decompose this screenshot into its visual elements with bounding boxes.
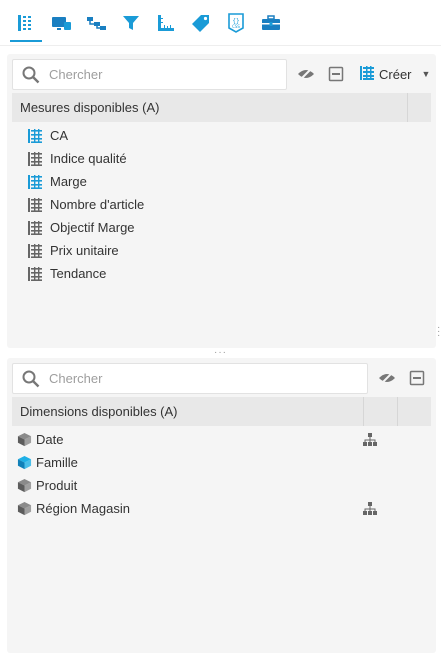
dimension-label: Famille	[36, 455, 78, 470]
measure-label: Objectif Marge	[50, 220, 135, 235]
measure-icon	[27, 266, 43, 282]
dimensions-search-input[interactable]	[49, 366, 269, 391]
header-column	[397, 397, 431, 426]
dimensions-header-title: Dimensions disponibles (A)	[20, 404, 178, 419]
create-measure-button[interactable]: Créer ▼	[359, 62, 430, 86]
cube-icon	[16, 432, 32, 448]
dimension-label: Région Magasin	[36, 501, 130, 516]
measure-label: CA	[50, 128, 69, 143]
measures-search-box	[12, 59, 287, 90]
dimension-item[interactable]: Région Magasin	[12, 497, 431, 520]
ruler-icon[interactable]	[153, 10, 179, 36]
measures-icon[interactable]	[10, 10, 42, 42]
measure-icon	[27, 243, 43, 259]
measure-label: Marge	[50, 174, 87, 189]
measure-icon	[27, 220, 43, 236]
cube-icon	[16, 501, 32, 517]
dimension-item[interactable]: Produit	[12, 474, 431, 497]
dimensions-panel: Dimensions disponibles (A) Date Famille Pr…	[7, 358, 436, 653]
resize-grip[interactable]: · · ·	[437, 323, 441, 341]
display-icon[interactable]	[48, 10, 74, 36]
hierarchy-icon[interactable]	[362, 501, 378, 516]
measures-panel: Créer ▼ Mesures disponibles (A) CA Indice…	[7, 54, 436, 348]
hide-icon[interactable]	[294, 62, 318, 86]
chevron-down-icon: ▼	[421, 69, 431, 79]
dimensions-list: Date Famille Produit Région Magasin	[12, 428, 431, 520]
measures-header-title: Mesures disponibles (A)	[20, 100, 160, 115]
filter-icon[interactable]	[118, 10, 144, 36]
measure-label: Tendance	[50, 266, 107, 281]
dimensions-header: Dimensions disponibles (A)	[12, 397, 431, 426]
measure-item[interactable]: Prix unitaire	[12, 239, 431, 262]
measure-icon	[27, 174, 43, 190]
measure-icon	[27, 151, 43, 167]
dimension-item[interactable]: Date	[12, 428, 431, 451]
dimension-label: Date	[36, 432, 64, 447]
collapse-icon[interactable]	[324, 62, 348, 86]
header-column	[363, 397, 397, 426]
measure-item[interactable]: Objectif Marge	[12, 216, 431, 239]
hierarchy-icon[interactable]	[83, 10, 109, 36]
cube-icon	[16, 478, 32, 494]
measure-item[interactable]: Marge	[12, 170, 431, 193]
collapse-icon[interactable]	[405, 366, 429, 390]
create-label: Créer	[379, 66, 412, 82]
top-toolbar: {} CSS	[0, 0, 441, 46]
measures-search-input[interactable]	[49, 62, 269, 87]
measure-label: Nombre d'article	[50, 197, 145, 212]
svg-text:CSS: CSS	[232, 24, 240, 29]
measures-header: Mesures disponibles (A)	[12, 93, 431, 122]
css-file-icon[interactable]: {} CSS	[223, 10, 249, 36]
hide-icon[interactable]	[375, 366, 399, 390]
dimension-label: Produit	[36, 478, 78, 493]
search-icon	[13, 364, 49, 393]
toolbox-icon[interactable]	[258, 10, 284, 36]
measure-item[interactable]: CA	[12, 124, 431, 147]
measure-icon	[27, 197, 43, 213]
measure-calc-icon	[359, 65, 375, 84]
measure-item[interactable]: Indice qualité	[12, 147, 431, 170]
dimension-item[interactable]: Famille	[12, 451, 431, 474]
measure-label: Prix unitaire	[50, 243, 119, 258]
header-column	[407, 93, 431, 122]
cube-icon	[16, 455, 32, 471]
measure-label: Indice qualité	[50, 151, 127, 166]
measure-item[interactable]: Tendance	[12, 262, 431, 285]
tag-icon[interactable]	[188, 10, 214, 36]
measure-item[interactable]: Nombre d'article	[12, 193, 431, 216]
search-icon	[13, 60, 49, 89]
hierarchy-icon[interactable]	[362, 432, 378, 447]
dimensions-search-box	[12, 363, 368, 394]
measures-list: CA Indice qualité Marge Nombre d'article Obj…	[12, 124, 431, 285]
panel-splitter[interactable]: ···	[214, 348, 227, 358]
measure-icon	[27, 128, 43, 144]
